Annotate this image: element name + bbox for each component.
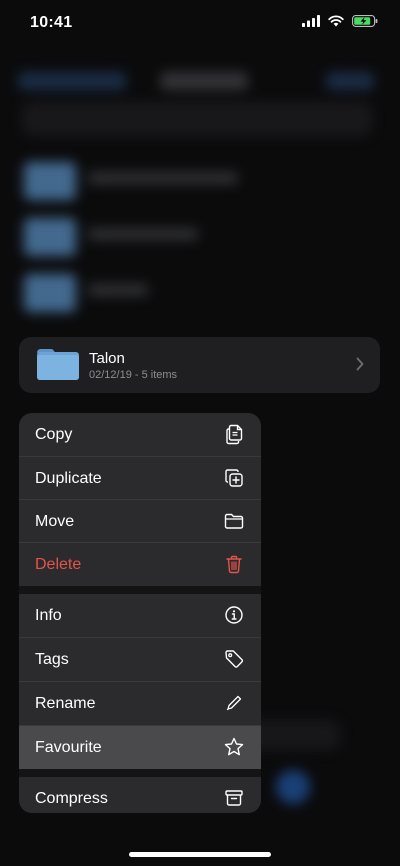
status-time: 10:41 xyxy=(30,14,73,31)
folder-name: Talon xyxy=(89,350,125,367)
menu-item-label: Rename xyxy=(35,695,96,712)
tag-icon xyxy=(225,650,244,668)
bg-search-bar xyxy=(22,102,372,136)
chevron-right-icon xyxy=(356,357,364,371)
menu-item-tags[interactable]: Tags xyxy=(19,638,261,681)
menu-item-compress[interactable]: Compress xyxy=(19,777,261,813)
menu-divider xyxy=(19,725,261,726)
menu-divider xyxy=(19,542,261,543)
menu-item-delete[interactable]: Delete xyxy=(19,543,261,586)
menu-item-label: Move xyxy=(35,513,75,530)
info-icon xyxy=(225,606,243,624)
status-icons xyxy=(302,15,378,27)
bg-tab-indicator xyxy=(276,770,310,804)
menu-item-duplicate[interactable]: Duplicate xyxy=(19,457,261,500)
bg-select-button xyxy=(326,72,374,90)
menu-item-label: Info xyxy=(35,607,62,624)
menu-divider xyxy=(19,499,261,500)
context-menu: Copy Duplicate Move Delete Info Tags Ren… xyxy=(19,413,261,813)
menu-item-label: Tags xyxy=(35,651,69,668)
pencil-icon xyxy=(226,695,242,711)
menu-item-label: Compress xyxy=(35,790,108,807)
menu-item-label: Duplicate xyxy=(35,470,102,487)
folder-row-preview[interactable]: Talon 02/12/19 - 5 items xyxy=(19,337,380,393)
menu-divider xyxy=(19,681,261,682)
copy-icon xyxy=(226,424,243,445)
trash-icon xyxy=(226,555,242,574)
menu-item-move[interactable]: Move xyxy=(19,500,261,543)
battery-charging-icon xyxy=(352,15,378,27)
menu-item-favourite[interactable]: Favourite xyxy=(19,726,261,769)
menu-section-gap xyxy=(19,586,261,594)
menu-item-label: Favourite xyxy=(35,739,102,756)
signal-icon xyxy=(302,15,320,27)
folder-icon xyxy=(37,349,79,380)
folder-icon xyxy=(224,513,244,529)
bg-folder-row xyxy=(24,218,374,258)
menu-section-gap xyxy=(19,769,261,777)
bg-folder-row xyxy=(24,162,374,202)
duplicate-icon xyxy=(225,469,243,487)
folder-meta: 02/12/19 - 5 items xyxy=(89,369,178,381)
status-bar: 10:41 xyxy=(0,0,400,48)
menu-item-label: Copy xyxy=(35,426,73,443)
menu-divider xyxy=(19,637,261,638)
menu-item-info[interactable]: Info xyxy=(19,594,261,637)
menu-divider xyxy=(19,456,261,457)
archive-icon xyxy=(225,790,243,806)
menu-item-copy[interactable]: Copy xyxy=(19,413,261,456)
bg-back-button xyxy=(18,72,126,90)
home-indicator xyxy=(129,852,271,857)
bg-folder-row xyxy=(24,274,374,314)
wifi-icon xyxy=(328,15,344,27)
menu-item-label: Delete xyxy=(35,556,82,573)
bg-nav-title xyxy=(160,72,248,90)
star-icon xyxy=(224,737,244,756)
menu-item-rename[interactable]: Rename xyxy=(19,682,261,725)
